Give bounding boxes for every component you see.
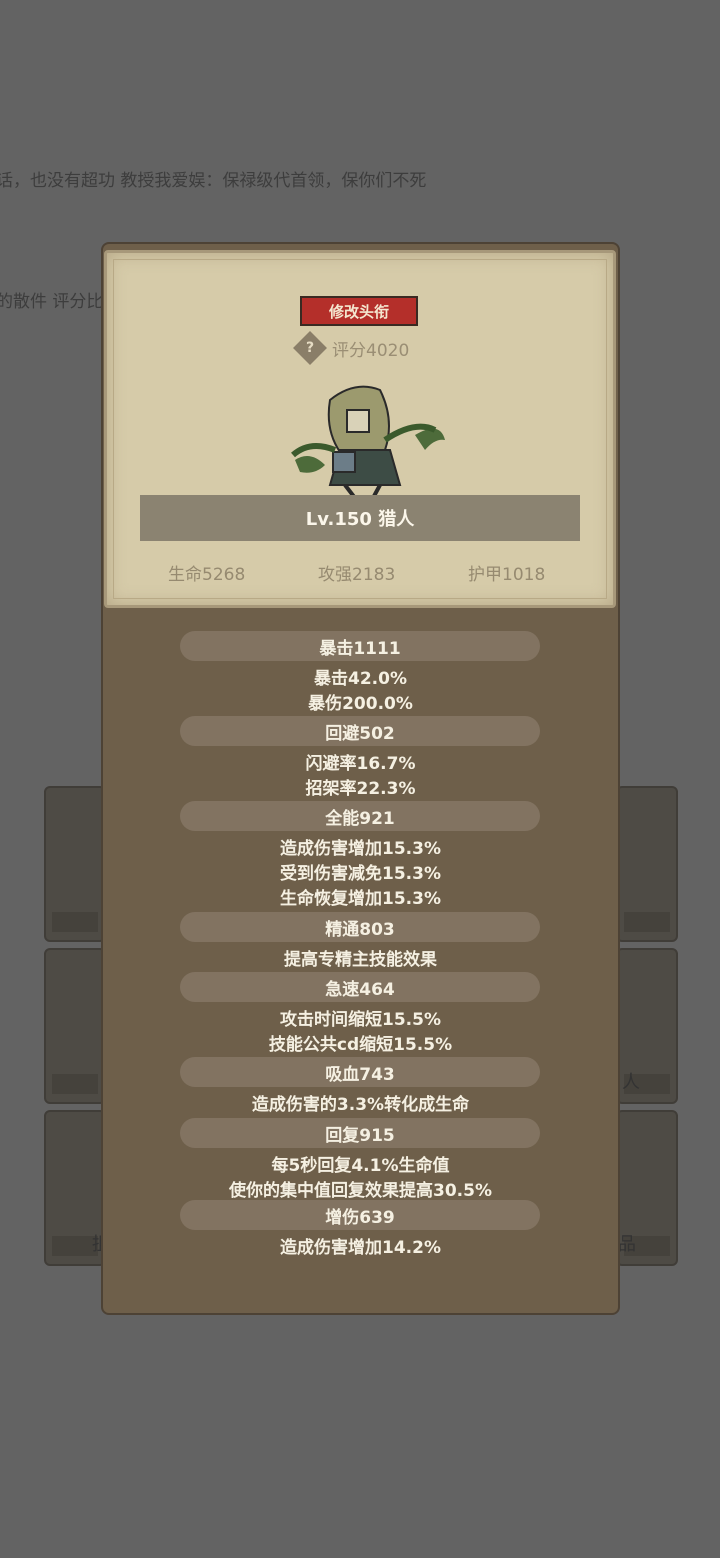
score-row: ? 评分4020 [293,331,410,365]
stat-line: 受到伤害减免15.3% [280,864,441,884]
stat-line: 造成伤害增加15.3% [280,839,441,859]
stat-line: 技能公共cd缩短15.5% [268,1035,453,1055]
background-text-line1: 话，也没有超功 教授我爱娱：保禄级代首领，保你们不死 [0,171,427,191]
background-tile [44,948,106,1104]
hunter-character-sprite [291,385,445,500]
stat-line: 暴击42.0% [314,669,407,689]
attack-stat: 攻强2183 [318,565,396,585]
stat-line: 造成伤害增加14.2% [280,1238,441,1258]
stat-line: 生命恢复增加15.3% [280,889,441,909]
stat-header-haste: 急速464 [180,972,540,1002]
background-tile: 品 [616,1110,678,1266]
background-tile [616,786,678,942]
background-tile [44,786,106,942]
stat-line: 招架率22.3% [305,779,416,799]
stat-line: 每5秒回复4.1%生命值 [271,1156,450,1176]
edit-title-button[interactable]: 修改头衔 [300,296,418,326]
level-name-bar: Lv.150 猎人 [140,495,580,541]
background-text-line2: 的散件 评分比 [0,292,104,312]
stat-header-recovery: 回复915 [180,1118,540,1148]
stat-line: 造成伤害的3.3%转化成生命 [251,1095,470,1115]
stat-header-versatility: 全能921 [180,801,540,831]
stat-line: 闪避率16.7% [305,754,416,774]
stat-line: 使你的集中值回复效果提高30.5% [229,1181,492,1201]
stat-line: 暴伤200.0% [308,694,413,714]
stat-line: 提高专精主技能效果 [284,950,437,970]
armor-stat: 护甲1018 [468,565,546,585]
help-icon[interactable]: ? [293,331,327,365]
stat-header-dodge: 回避502 [180,716,540,746]
score-value: 评分4020 [332,340,410,361]
stat-header-mastery: 精通803 [180,912,540,942]
stat-line: 攻击时间缩短15.5% [280,1010,441,1030]
stat-header-crit: 暴击1111 [180,631,540,661]
background-tile: 人 [616,948,678,1104]
background-tile: 抯 [44,1110,110,1266]
stat-header-lifesteal: 吸血743 [180,1057,540,1087]
stat-header-damage: 增伤639 [180,1200,540,1230]
hp-stat: 生命5268 [168,565,246,585]
